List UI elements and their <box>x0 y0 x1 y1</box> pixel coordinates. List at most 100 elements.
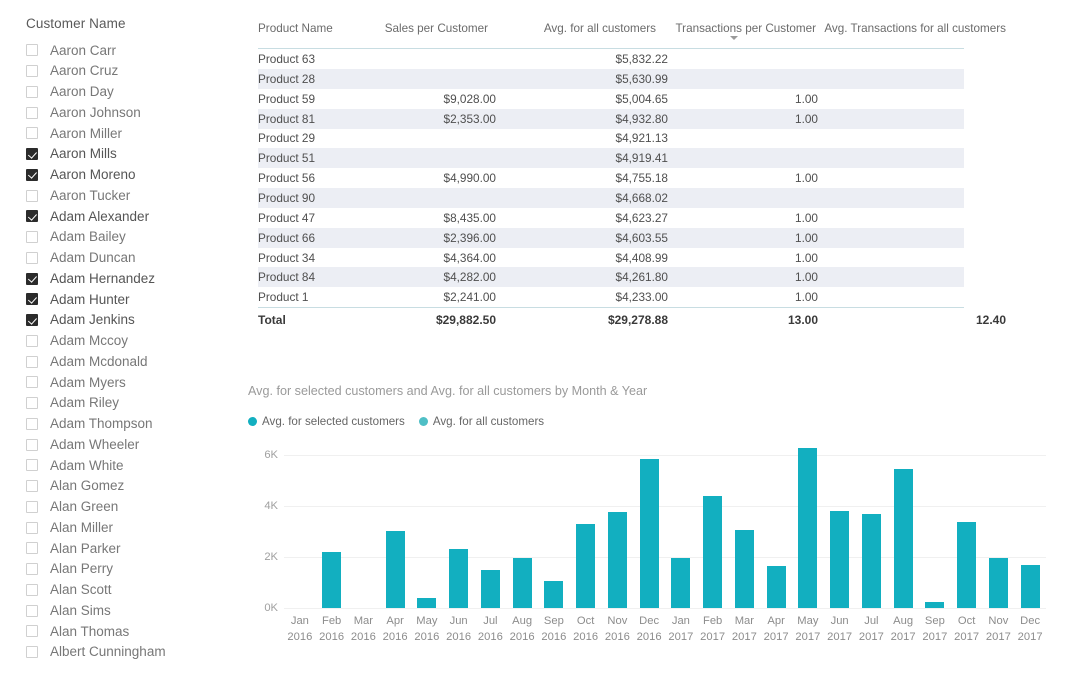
bar-column[interactable] <box>284 442 316 608</box>
checkbox-checked-icon[interactable] <box>26 148 38 161</box>
slicer-item[interactable]: Alan Parker <box>26 538 246 559</box>
slicer-item[interactable]: Alan Miller <box>26 517 246 538</box>
column-header-avg-transactions-for-all-customers[interactable]: Avg. Transactions for all customers <box>818 22 1006 48</box>
checkbox-unchecked-icon[interactable] <box>26 646 38 659</box>
slicer-item[interactable]: Aaron Moreno <box>26 165 246 186</box>
bar-column[interactable] <box>475 442 507 608</box>
table-row[interactable]: Product 66$2,396.00$4,603.551.001.03 <box>258 227 964 248</box>
checkbox-checked-icon[interactable] <box>26 168 38 181</box>
bar-column[interactable] <box>379 442 411 608</box>
bar-column[interactable] <box>887 442 919 608</box>
slicer-item[interactable]: Aaron Miller <box>26 123 246 144</box>
checkbox-unchecked-icon[interactable] <box>26 355 38 368</box>
table-row[interactable]: Product 90 $4,668.02 1.06 <box>258 188 964 208</box>
table-row[interactable]: Product 84$4,282.00$4,261.801.001.04 <box>258 267 964 288</box>
column-header-sales-per-customer[interactable]: Sales per Customer <box>356 22 496 48</box>
checkbox-unchecked-icon[interactable] <box>26 85 38 98</box>
bar[interactable] <box>449 549 469 608</box>
checkbox-unchecked-icon[interactable] <box>26 542 38 555</box>
bar-column[interactable] <box>729 442 761 608</box>
bar-column[interactable] <box>919 442 951 608</box>
checkbox-checked-icon[interactable] <box>26 210 38 223</box>
table-row[interactable]: Product 51 $4,919.41 1.05 <box>258 148 964 169</box>
column-header-avg-for-all-customers[interactable]: Avg. for all customers <box>496 22 738 48</box>
column-header-transactions-per-customer[interactable]: Transactions per Customer <box>668 22 818 48</box>
bar[interactable] <box>734 530 754 608</box>
checkbox-unchecked-icon[interactable] <box>26 480 38 493</box>
bar[interactable] <box>544 581 564 608</box>
table-row[interactable]: Product 29 $4,921.13 1.07 <box>258 129 964 149</box>
bar-column[interactable] <box>1014 442 1046 608</box>
table-row[interactable]: Product 63 $5,832.22 1.10 <box>258 49 964 69</box>
bar-column[interactable] <box>348 442 380 608</box>
checkbox-checked-icon[interactable] <box>26 272 38 285</box>
bar[interactable] <box>512 558 532 608</box>
bar-column[interactable] <box>824 442 856 608</box>
table-row[interactable]: Product 81$2,353.00$4,932.801.001.04 <box>258 108 964 129</box>
slicer-item[interactable]: Adam Wheeler <box>26 434 246 455</box>
checkbox-unchecked-icon[interactable] <box>26 521 38 534</box>
bar[interactable] <box>322 551 342 608</box>
bar-column[interactable] <box>792 442 824 608</box>
table-row[interactable]: Product 28 $5,630.99 1.04 <box>258 69 964 89</box>
bar[interactable] <box>1020 564 1040 608</box>
slicer-item[interactable]: Adam Jenkins <box>26 310 246 331</box>
slicer-item[interactable]: Alan Scott <box>26 580 246 601</box>
slicer-item[interactable]: Adam Riley <box>26 393 246 414</box>
table-row[interactable]: Product 47 $8,435.00 $4,623.27 1.001.06 <box>258 208 964 228</box>
checkbox-unchecked-icon[interactable] <box>26 106 38 119</box>
slicer-item[interactable]: Aaron Mills <box>26 144 246 165</box>
table-row[interactable]: Product 56 $4,990.00 $4,755.18 1.001.06 <box>258 168 964 188</box>
slicer-item[interactable]: Albert Cunningham <box>26 642 246 663</box>
slicer-item[interactable]: Adam Bailey <box>26 227 246 248</box>
slicer-item[interactable]: Adam Hernandez <box>26 268 246 289</box>
bar-column[interactable] <box>665 442 697 608</box>
slicer-item[interactable]: Adam White <box>26 455 246 476</box>
bar-column[interactable] <box>633 442 665 608</box>
checkbox-unchecked-icon[interactable] <box>26 127 38 140</box>
bar-column[interactable] <box>602 442 634 608</box>
checkbox-unchecked-icon[interactable] <box>26 604 38 617</box>
bar[interactable] <box>639 458 659 608</box>
checkbox-unchecked-icon[interactable] <box>26 438 38 451</box>
slicer-item[interactable]: Alan Sims <box>26 600 246 621</box>
bar[interactable] <box>830 510 850 608</box>
slicer-item[interactable]: Aaron Carr <box>26 40 246 61</box>
bar[interactable] <box>417 598 437 608</box>
bar-column[interactable] <box>570 442 602 608</box>
checkbox-unchecked-icon[interactable] <box>26 376 38 389</box>
column-header-product-name[interactable]: Product Name <box>258 22 356 48</box>
checkbox-unchecked-icon[interactable] <box>26 334 38 347</box>
bar[interactable] <box>957 522 977 608</box>
checkbox-checked-icon[interactable] <box>26 293 38 306</box>
bar-column[interactable] <box>983 442 1015 608</box>
bar-column[interactable] <box>697 442 729 608</box>
bar[interactable] <box>385 531 405 608</box>
bar[interactable] <box>925 601 945 608</box>
checkbox-unchecked-icon[interactable] <box>26 417 38 430</box>
slicer-item[interactable]: Adam Mccoy <box>26 331 246 352</box>
slicer-item[interactable]: Alan Gomez <box>26 476 246 497</box>
checkbox-unchecked-icon[interactable] <box>26 189 38 202</box>
bar-column[interactable] <box>316 442 348 608</box>
slicer-item[interactable]: Adam Mcdonald <box>26 351 246 372</box>
checkbox-unchecked-icon[interactable] <box>26 583 38 596</box>
bar[interactable] <box>893 468 913 608</box>
bar[interactable] <box>607 512 627 608</box>
bar-column[interactable] <box>506 442 538 608</box>
slicer-item[interactable]: Adam Alexander <box>26 206 246 227</box>
checkbox-unchecked-icon[interactable] <box>26 231 38 244</box>
bar-column[interactable] <box>760 442 792 608</box>
bar-column[interactable] <box>538 442 570 608</box>
checkbox-unchecked-icon[interactable] <box>26 459 38 472</box>
checkbox-unchecked-icon[interactable] <box>26 251 38 264</box>
bar-column[interactable] <box>411 442 443 608</box>
slicer-item[interactable]: Aaron Cruz <box>26 61 246 82</box>
checkbox-unchecked-icon[interactable] <box>26 563 38 576</box>
table-row[interactable]: Product 34 $4,364.00 $4,408.99 1.001.02 <box>258 248 964 268</box>
checkbox-unchecked-icon[interactable] <box>26 44 38 57</box>
slicer-item[interactable]: Adam Hunter <box>26 289 246 310</box>
slicer-item[interactable]: Alan Green <box>26 497 246 518</box>
bar[interactable] <box>671 558 691 608</box>
table-row[interactable]: Product 1 $2,241.00 $4,233.00 1.001.02 <box>258 287 964 307</box>
